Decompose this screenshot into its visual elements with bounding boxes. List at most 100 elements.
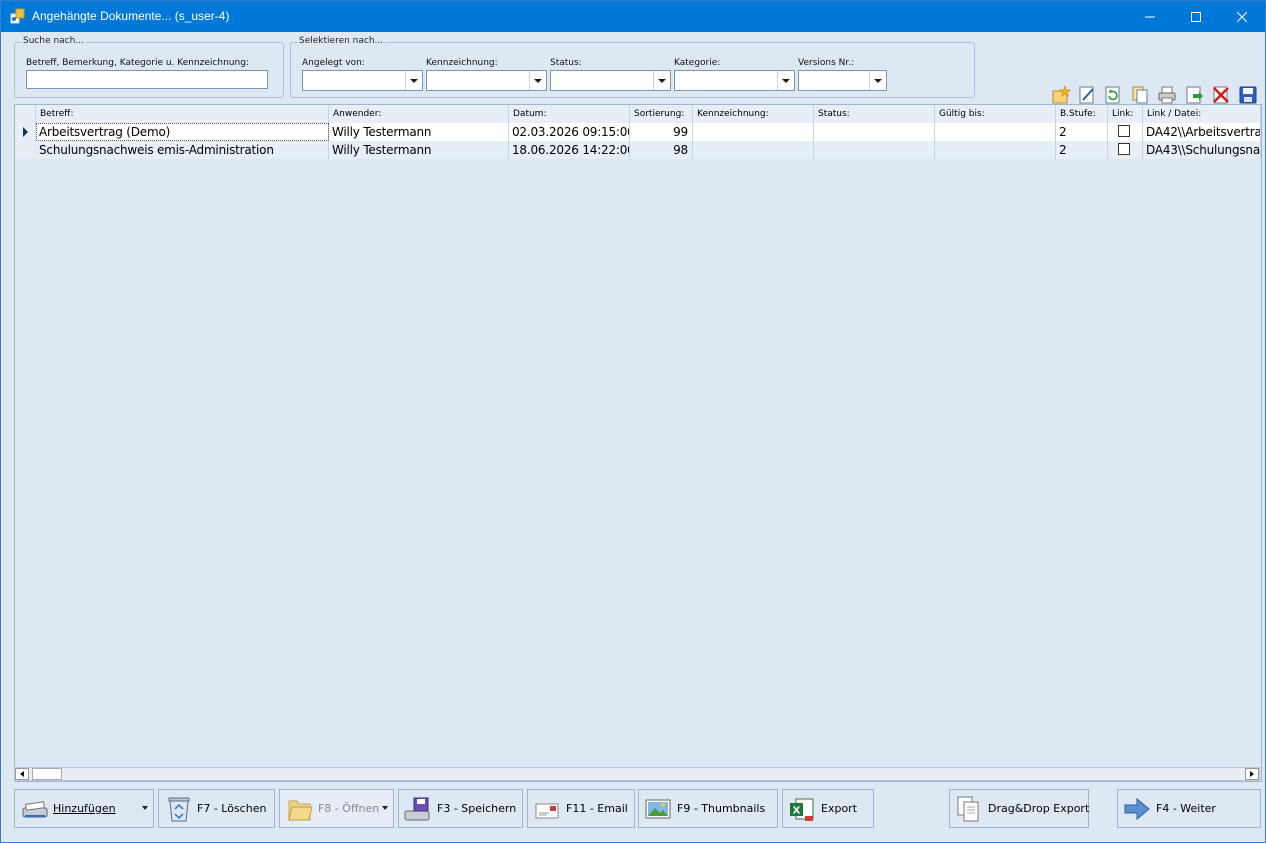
title-bar[interactable]: Angehängte Dokumente... (s_user-4) (1, 1, 1265, 32)
status-label: Status: (550, 58, 582, 68)
header-indicator (15, 105, 36, 123)
header-kennzeichnung[interactable]: Kennzeichnung: (693, 105, 814, 123)
recycle-bin-icon (168, 797, 190, 822)
header-link[interactable]: Link: (1108, 105, 1143, 123)
add-button[interactable]: Hinzufügen (14, 789, 154, 828)
search-group: Suche nach... Betreff, Bemerkung, Katego… (14, 36, 284, 98)
cell-betreff[interactable]: Schulungsnachweis emis-Administration (36, 141, 329, 159)
grid-header: Betreff: Anwender: Datum: Sortierung: Ke… (15, 105, 1261, 124)
save-icon[interactable] (1238, 85, 1258, 105)
cell-status[interactable] (814, 123, 935, 141)
cell-bstufe[interactable]: 2 (1056, 141, 1108, 159)
delete-button[interactable]: F7 - Löschen (158, 789, 275, 828)
filter-group: Selektieren nach... Angelegt von: Kennze… (290, 36, 975, 98)
chevron-down-icon[interactable] (405, 71, 422, 90)
header-gueltig[interactable]: Gültig bis: (935, 105, 1056, 123)
dragdrop-export-button-label: Drag&Drop Export (988, 802, 1090, 815)
add-button-label: Hinzufügen (53, 802, 116, 815)
maximize-button[interactable] (1173, 1, 1219, 32)
caret-down-icon[interactable] (142, 806, 148, 810)
save-button[interactable]: F3 - Speichern (398, 789, 523, 828)
cell-link[interactable] (1108, 141, 1143, 159)
documents-grid[interactable]: Betreff: Anwender: Datum: Sortierung: Ke… (14, 104, 1262, 782)
cell-link[interactable] (1108, 123, 1143, 141)
row-indicator (15, 123, 35, 141)
window-title: Angehängte Dokumente... (s_user-4) (32, 9, 230, 23)
email-button[interactable]: F11 - Email (527, 789, 635, 828)
scroll-thumb[interactable] (32, 768, 62, 780)
cell-sortierung[interactable]: 98 (630, 141, 693, 159)
chevron-down-icon[interactable] (869, 71, 886, 90)
cell-datei[interactable]: DA43\\Schulungsnach (1143, 141, 1261, 159)
table-row[interactable]: Schulungsnachweis emis-Administration Wi… (15, 141, 1261, 159)
header-bstufe[interactable]: B.Stufe: (1056, 105, 1108, 123)
kategorie-select[interactable] (674, 70, 795, 91)
chevron-down-icon[interactable] (529, 71, 546, 90)
thumbnails-button[interactable]: F9 - Thumbnails (638, 789, 778, 828)
header-datei[interactable]: Link / Datei: (1143, 105, 1261, 123)
status-select[interactable] (550, 70, 671, 91)
email-button-label: F11 - Email (566, 802, 628, 815)
search-field-label: Betreff, Bemerkung, Kategorie u. Kennzei… (26, 58, 249, 68)
excel-icon: X (790, 798, 814, 821)
header-status[interactable]: Status: (814, 105, 935, 123)
continue-button[interactable]: F4 - Weiter (1117, 789, 1261, 828)
caret-down-icon[interactable] (382, 806, 388, 810)
print-icon[interactable] (1157, 85, 1177, 105)
horizontal-scrollbar[interactable] (14, 767, 1260, 781)
minimize-icon (1145, 16, 1155, 17)
chevron-down-icon[interactable] (777, 71, 794, 90)
link-checkbox[interactable] (1118, 143, 1130, 155)
header-anwender[interactable]: Anwender: (329, 105, 509, 123)
cell-kennzeichnung[interactable] (693, 141, 814, 159)
header-datum[interactable]: Datum: (509, 105, 630, 123)
row-indicator (15, 141, 35, 159)
close-icon (1237, 11, 1247, 22)
versions-select[interactable] (798, 70, 887, 91)
cell-status[interactable] (814, 141, 935, 159)
cell-bstufe[interactable]: 2 (1056, 123, 1108, 141)
angelegt-select[interactable] (302, 70, 423, 91)
cell-anwender[interactable]: Willy Testermann (329, 123, 509, 141)
delete-button-label: F7 - Löschen (197, 802, 267, 815)
scanner-icon (22, 801, 48, 818)
open-button[interactable]: F8 - Öffnen (279, 789, 394, 828)
cell-gueltig[interactable] (935, 141, 1056, 159)
dragdrop-export-button[interactable]: Drag&Drop Export (949, 789, 1089, 828)
kennzeichnung-select[interactable] (426, 70, 547, 91)
minimize-button[interactable] (1127, 1, 1173, 32)
cell-gueltig[interactable] (935, 123, 1056, 141)
export-button-label: Export (821, 802, 858, 815)
new-icon[interactable] (1051, 85, 1071, 105)
angelegt-label: Angelegt von: (302, 58, 365, 68)
cell-betreff[interactable]: Arbeitsvertrag (Demo) (36, 123, 329, 141)
cell-datum[interactable]: 18.06.2026 14:22:00 (509, 141, 630, 159)
search-input[interactable] (26, 70, 268, 89)
main-window: Angehängte Dokumente... (s_user-4) Suche… (0, 0, 1266, 843)
scroll-right-button[interactable] (1245, 768, 1259, 780)
cell-datei[interactable]: DA42\\Arbeitsvertrag (1143, 123, 1261, 141)
chevron-right-icon (1250, 771, 1254, 777)
filter-group-title: Selektieren nach... (297, 36, 386, 46)
delete-icon[interactable] (1211, 85, 1231, 105)
chevron-down-icon[interactable] (653, 71, 670, 90)
search-group-title: Suche nach... (21, 36, 86, 46)
scroll-left-button[interactable] (15, 768, 29, 780)
copy-icon[interactable] (1130, 85, 1150, 105)
export-button[interactable]: X Export (782, 789, 874, 828)
cell-anwender[interactable]: Willy Testermann (329, 141, 509, 159)
header-sortierung[interactable]: Sortierung: (630, 105, 693, 123)
edit-icon[interactable] (1077, 85, 1097, 105)
chevron-left-icon (20, 771, 24, 777)
versions-label: Versions Nr.: (798, 58, 855, 68)
export-icon[interactable] (1184, 85, 1204, 105)
refresh-icon[interactable] (1103, 85, 1123, 105)
header-betreff[interactable]: Betreff: (36, 105, 329, 123)
cell-datum[interactable]: 02.03.2026 09:15:00 (509, 123, 630, 141)
link-checkbox[interactable] (1118, 125, 1130, 137)
table-row[interactable]: Arbeitsvertrag (Demo) Willy Testermann 0… (15, 123, 1261, 141)
cell-sortierung[interactable]: 99 (630, 123, 693, 141)
close-button[interactable] (1219, 1, 1265, 32)
cell-kennzeichnung[interactable] (693, 123, 814, 141)
continue-button-label: F4 - Weiter (1156, 802, 1216, 815)
